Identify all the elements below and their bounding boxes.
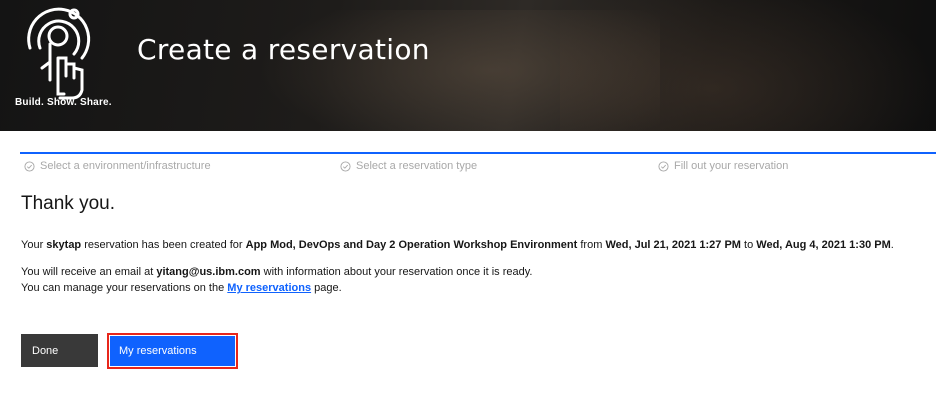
header-banner: Build. Show. Share. Create a reservation bbox=[0, 0, 936, 131]
my-reservations-link[interactable]: My reservations bbox=[227, 282, 311, 294]
email-notice-text: with information about your reservation … bbox=[260, 266, 533, 278]
manage-notice-text: You can manage your reservations on the bbox=[21, 282, 228, 294]
progress-indicator: Select a environment/infrastructure Sele… bbox=[20, 152, 936, 176]
email-notice: You will receive an email at yitang@us.i… bbox=[21, 264, 532, 280]
step-fill-out[interactable]: Fill out your reservation bbox=[656, 152, 936, 176]
user-email: yitang@us.ibm.com bbox=[156, 266, 261, 278]
reservation-summary: Your skytap reservation has been created… bbox=[21, 237, 894, 253]
confirmation-heading: Thank you. bbox=[21, 193, 115, 214]
checkmark-outline-icon bbox=[340, 160, 351, 172]
summary-text: Your bbox=[21, 239, 47, 251]
step-label: Fill out your reservation bbox=[674, 160, 789, 172]
step-reservation-type[interactable]: Select a reservation type bbox=[338, 152, 656, 176]
end-datetime: Wed, Aug 4, 2021 1:30 PM bbox=[756, 239, 891, 251]
my-reservations-button[interactable]: My reservations bbox=[110, 336, 235, 366]
step-label: Select a environment/infrastructure bbox=[40, 160, 211, 172]
environment-name: App Mod, DevOps and Day 2 Operation Work… bbox=[245, 239, 578, 251]
step-label: Select a reservation type bbox=[356, 160, 478, 172]
manage-notice: You can manage your reservations on the … bbox=[21, 280, 342, 296]
manage-notice-text: page. bbox=[311, 282, 342, 294]
summary-text: to bbox=[740, 239, 757, 251]
summary-text: from bbox=[577, 239, 606, 251]
summary-text: . bbox=[890, 239, 894, 251]
summary-text: reservation has been created for bbox=[81, 239, 246, 251]
checkmark-outline-icon bbox=[658, 160, 669, 172]
email-notice-text: You will receive an email at bbox=[21, 266, 157, 278]
page-title: Create a reservation bbox=[137, 33, 430, 66]
start-datetime: Wed, Jul 21, 2021 1:27 PM bbox=[605, 239, 741, 251]
checkmark-outline-icon bbox=[24, 160, 35, 172]
banner-texture-2 bbox=[560, 0, 936, 131]
provider-name: skytap bbox=[46, 239, 82, 251]
done-button[interactable]: Done bbox=[21, 334, 98, 367]
step-environment[interactable]: Select a environment/infrastructure bbox=[20, 152, 338, 176]
logo-tagline: Build. Show. Share. bbox=[15, 97, 112, 108]
